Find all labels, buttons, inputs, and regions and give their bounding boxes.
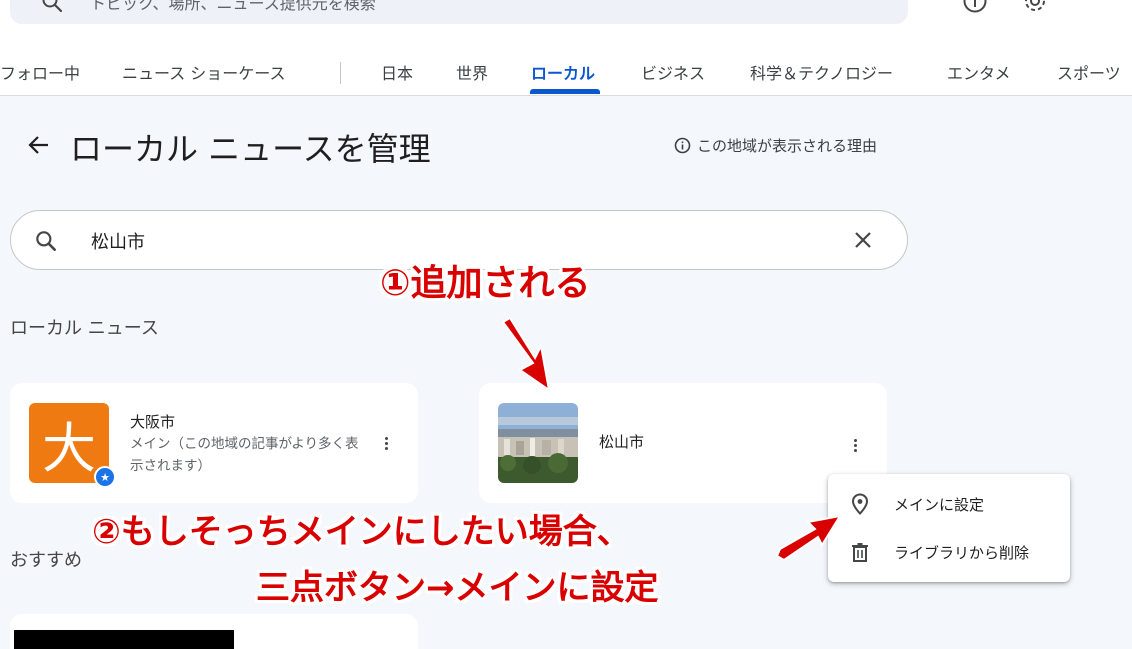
tab-world[interactable]: 世界: [456, 60, 488, 84]
card-description: メイン（この地域の記事がより多く表示されます）: [130, 436, 359, 474]
why-this-region-link[interactable]: この地域が表示される理由: [674, 135, 877, 156]
more-options-icon[interactable]: [845, 435, 865, 455]
main-star-badge-icon: ★: [94, 466, 116, 488]
local-news-heading: ローカル ニュース: [10, 318, 159, 339]
card-name: 松山市: [599, 433, 645, 451]
search-icon: [42, 0, 63, 13]
active-tab-indicator: [530, 89, 600, 94]
tab-business[interactable]: ビジネス: [641, 60, 705, 84]
tab-japan[interactable]: 日本: [381, 60, 413, 84]
location-search-input[interactable]: 松山市: [91, 228, 145, 254]
tab-local[interactable]: ローカル: [531, 60, 595, 84]
local-news-card-osaka[interactable]: 大 ★ 大阪市 メイン（この地域の記事がより多く表示されます）: [10, 383, 418, 503]
trash-icon: [852, 543, 868, 562]
back-arrow-icon[interactable]: [26, 132, 52, 158]
menu-item-set-main[interactable]: メインに設定: [828, 480, 1070, 528]
info-icon: [674, 137, 691, 154]
annotation-step2-line1: ②もしそっちメインにしたい場合、: [92, 512, 631, 552]
annotation-arrow-down-icon: [501, 316, 551, 393]
help-icon[interactable]: [962, 0, 988, 14]
tab-entertainment[interactable]: エンタメ: [947, 60, 1011, 84]
recommended-card[interactable]: [10, 614, 418, 649]
location-pin-icon: [851, 493, 869, 515]
tab-divider: [340, 62, 341, 84]
recommended-heading: おすすめ: [10, 550, 82, 571]
redacted-block: [14, 630, 234, 649]
section-tabs: フォロー中 ニュース ショーケース 日本 世界 ローカル ビジネス 科学＆テクノ…: [0, 52, 1132, 94]
tab-sports[interactable]: スポーツ: [1057, 60, 1121, 84]
card-context-menu: メインに設定 ライブラリから削除: [828, 474, 1070, 582]
tab-news-showcase[interactable]: ニュース ショーケース: [122, 60, 286, 84]
settings-icon[interactable]: [1022, 0, 1048, 14]
page-title: ローカル ニュースを管理: [70, 130, 431, 168]
osaka-thumbnail-char: 大: [42, 416, 96, 480]
local-news-card-matsuyama[interactable]: 松山市: [479, 383, 887, 503]
menu-label: メインに設定: [894, 495, 985, 514]
annotation-step2-line2: 三点ボタン→メインに設定: [256, 568, 659, 608]
tab-science-tech[interactable]: 科学＆テクノロジー: [750, 60, 893, 84]
top-bar: トピック、場所、ニュース提供元を検索 フォロー中 ニュース ショーケース 日本 …: [0, 0, 1132, 96]
clear-icon[interactable]: [851, 228, 875, 252]
more-options-icon[interactable]: [376, 433, 396, 453]
menu-item-remove-from-library[interactable]: ライブラリから削除: [828, 528, 1070, 576]
city-photo-image: [498, 403, 578, 483]
menu-label: ライブラリから削除: [894, 543, 1030, 562]
matsuyama-thumbnail: [498, 403, 578, 483]
tab-following[interactable]: フォロー中: [0, 60, 80, 84]
card-name: 大阪市: [130, 413, 176, 431]
global-search-bar[interactable]: トピック、場所、ニュース提供元を検索: [10, 0, 908, 24]
global-search-placeholder: トピック、場所、ニュース提供元を検索: [90, 0, 376, 13]
search-icon: [36, 231, 56, 251]
annotation-added: ①追加される: [380, 263, 591, 304]
why-this-region-label: この地域が表示される理由: [697, 137, 878, 155]
